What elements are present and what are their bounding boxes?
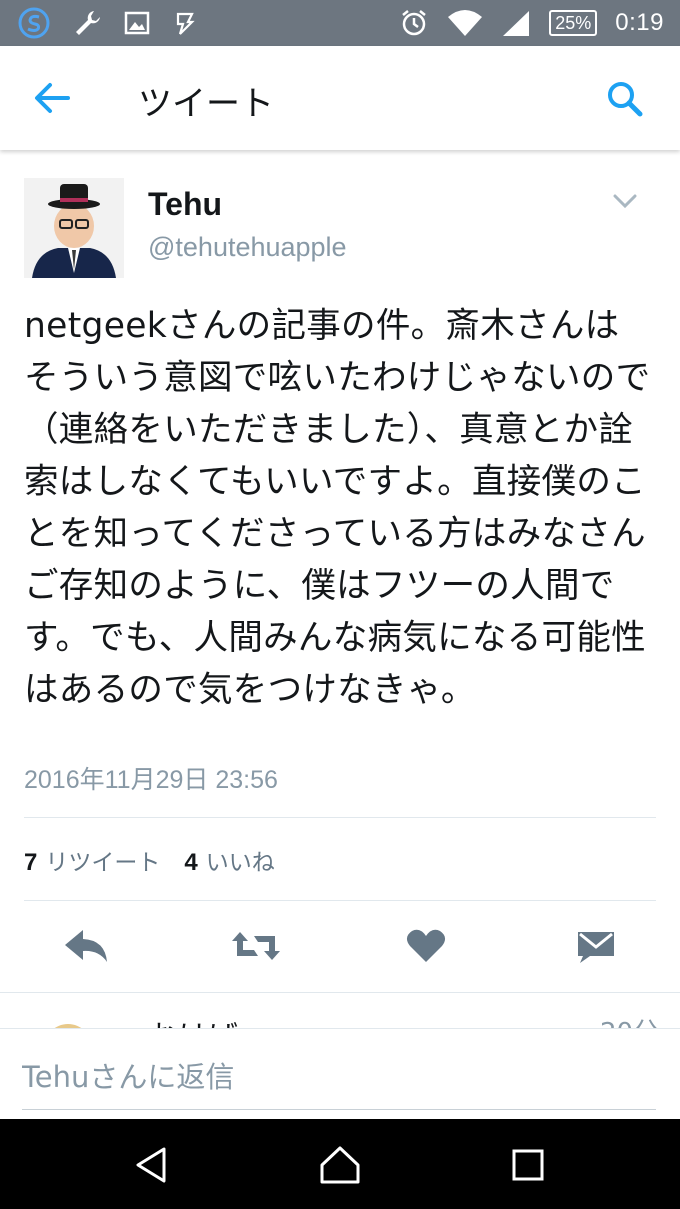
tweet-timestamp: 2016年11月29日 23:56 <box>24 766 278 794</box>
reply-icon[interactable] <box>60 920 112 972</box>
message-icon[interactable] <box>574 920 618 972</box>
reply-author-name: おはば <box>148 1012 238 1028</box>
reply-input[interactable] <box>22 1045 656 1110</box>
battery-indicator: 25% <box>549 10 598 36</box>
system-nav-bar <box>0 1119 680 1209</box>
reply-bar <box>0 1028 680 1121</box>
wrench-icon <box>72 8 102 38</box>
retweet-count[interactable]: 7 <box>24 849 37 877</box>
divider <box>24 817 656 818</box>
heart-icon[interactable] <box>404 920 448 972</box>
like-label[interactable]: いいね <box>206 843 275 877</box>
app-bar: ツイート <box>0 46 680 150</box>
tweet-stats: 7 リツイート 4 いいね <box>24 843 299 877</box>
recents-icon[interactable] <box>506 1143 550 1187</box>
arrow-left-icon[interactable] <box>32 80 72 116</box>
tweet-text: netgeekさんの記事の件。斎木さんはそういう意図で呟いたわけじゃないので（連… <box>24 306 651 710</box>
search-icon[interactable] <box>604 78 646 120</box>
download-icon <box>172 10 198 36</box>
alarm-icon <box>399 8 429 38</box>
retweet-icon[interactable] <box>228 920 284 972</box>
reply-preview[interactable]: おはば 20分 <box>0 994 680 1028</box>
divider <box>24 900 656 901</box>
chevron-down-icon[interactable] <box>612 192 638 210</box>
back-triangle-icon[interactable] <box>130 1143 174 1187</box>
wifi-icon <box>447 9 483 37</box>
author-name[interactable]: Tehu <box>148 186 222 223</box>
clock: 0:19 <box>615 9 664 36</box>
like-count[interactable]: 4 <box>184 849 197 877</box>
status-bar: 25% 0:19 <box>0 0 680 46</box>
home-icon[interactable] <box>318 1143 362 1187</box>
page-title: ツイート <box>138 84 274 124</box>
signal-icon <box>501 9 531 37</box>
retweet-label[interactable]: リツイート <box>45 843 160 877</box>
avatar[interactable] <box>24 178 124 278</box>
image-icon <box>124 11 150 35</box>
divider <box>0 992 680 993</box>
author-handle[interactable]: @tehutehuapple <box>148 232 347 263</box>
s-app-icon <box>18 7 50 39</box>
reply-time: 20分 <box>600 1012 659 1028</box>
